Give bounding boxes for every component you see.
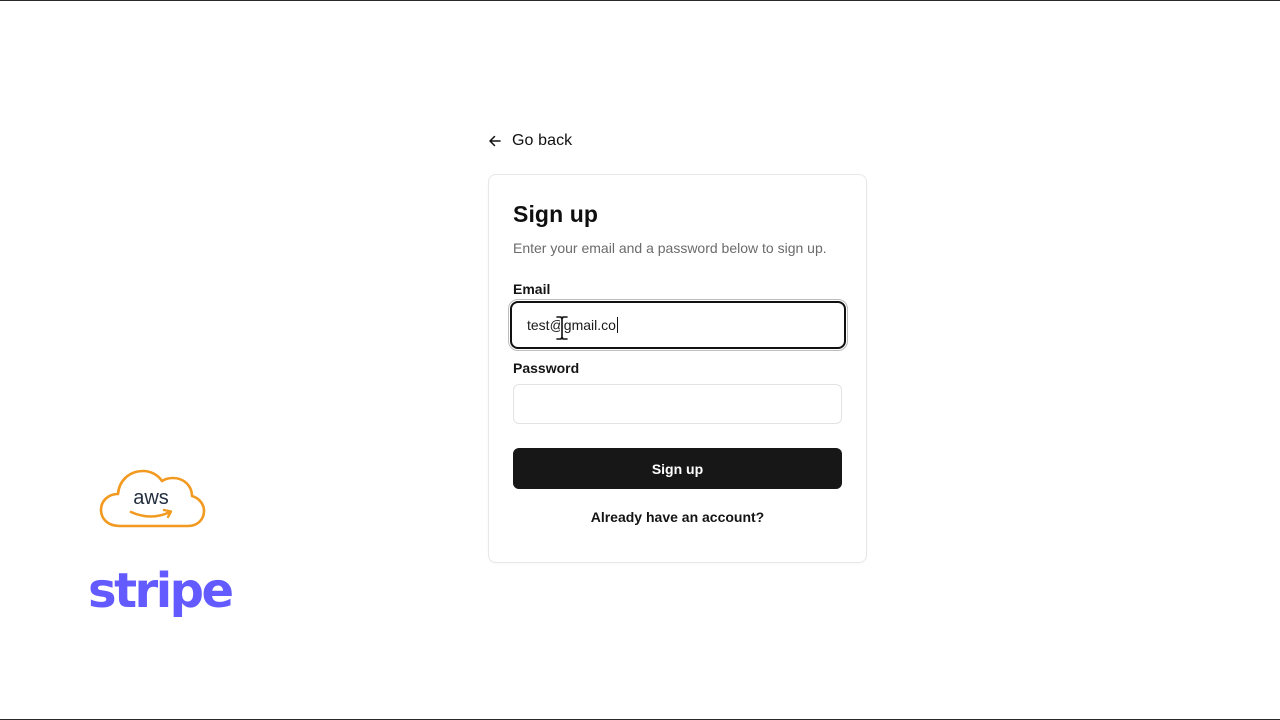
password-field[interactable]: [513, 384, 842, 424]
go-back-label: Go back: [512, 132, 573, 149]
aws-logo: aws: [99, 469, 206, 528]
aws-logo-text: aws: [133, 487, 169, 509]
email-value: test@gmail.co: [527, 317, 616, 333]
ibeam-cursor-icon: [555, 315, 569, 341]
card-subtitle: Enter your email and a password below to…: [513, 240, 827, 256]
go-back-link[interactable]: Go back: [488, 132, 572, 150]
email-label: Email: [513, 281, 551, 297]
card-title: Sign up: [513, 201, 599, 227]
signup-card: Sign up Enter your email and a password …: [488, 174, 867, 563]
sign-up-button[interactable]: Sign up: [513, 448, 842, 489]
already-have-account-link[interactable]: Already have an account?: [489, 509, 866, 525]
password-label: Password: [513, 360, 580, 376]
stripe-logo: stripe: [88, 563, 234, 619]
arrow-left-icon: [489, 135, 501, 147]
text-caret: [616, 317, 618, 333]
page: Go back Sign up Enter your email and a p…: [0, 0, 1280, 720]
